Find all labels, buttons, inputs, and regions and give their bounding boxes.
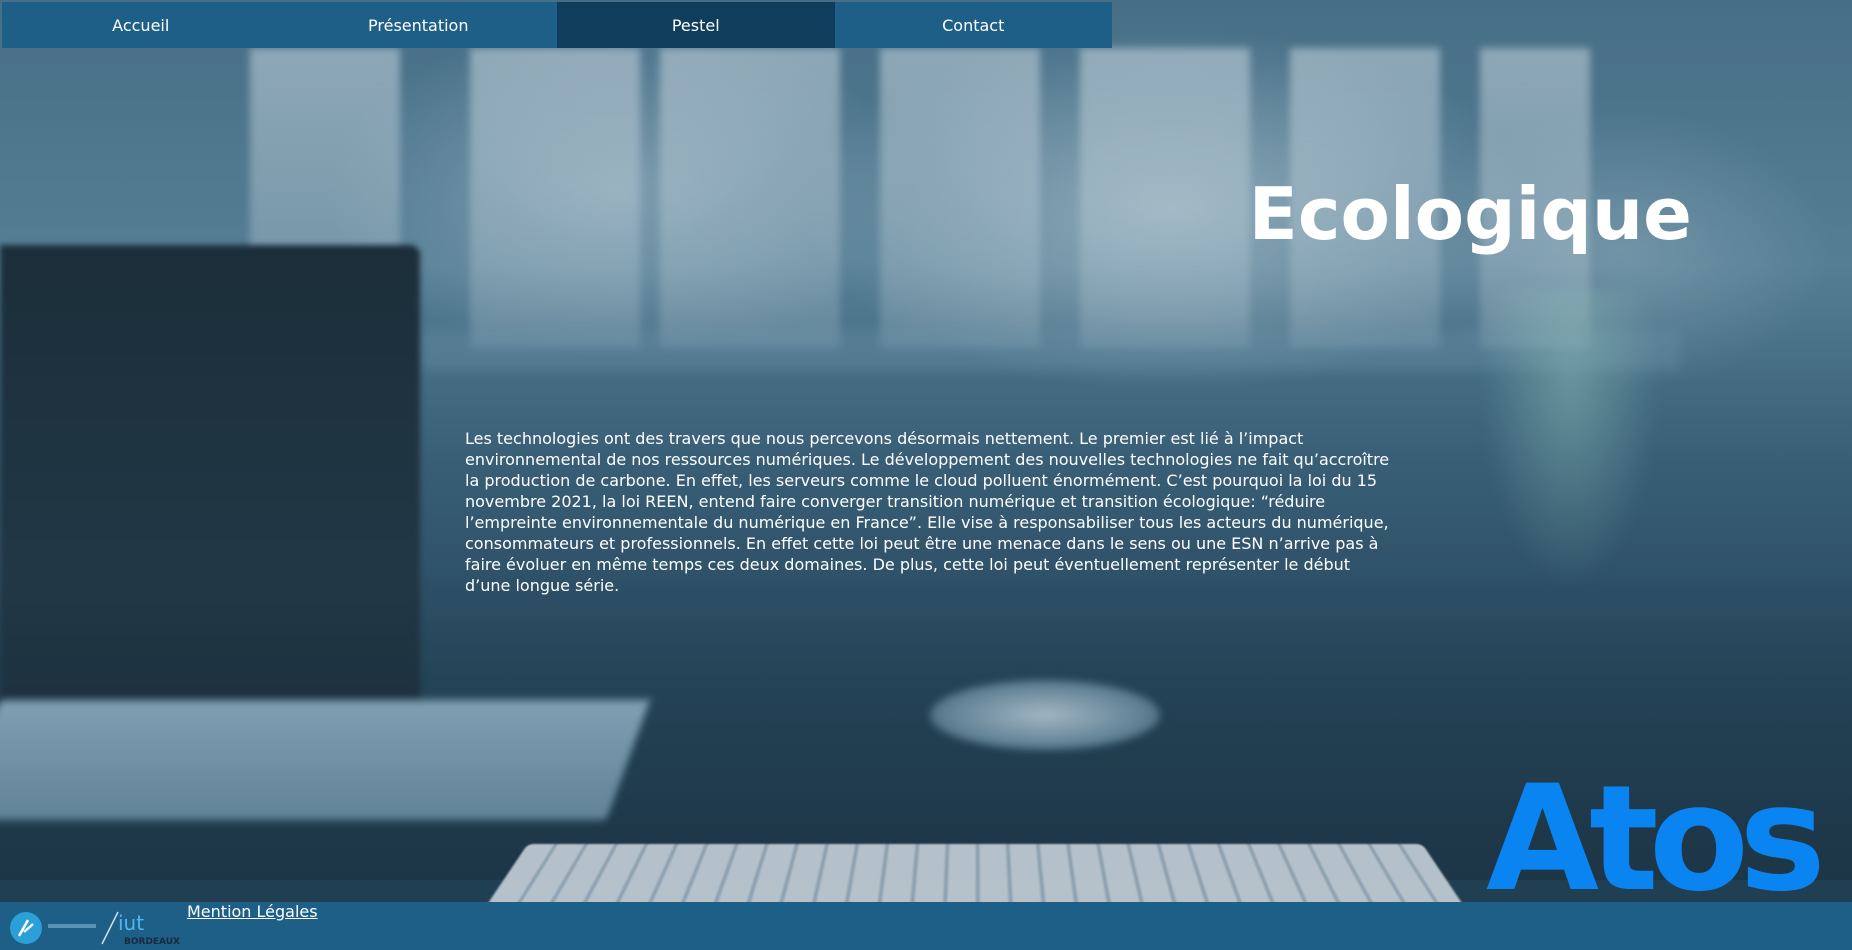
page-title: Ecologique (1248, 172, 1692, 256)
atos-logo-text: Atos (1486, 765, 1819, 905)
page: Accueil Présentation Pestel Contact Ecol… (0, 0, 1852, 950)
iut-logo-subtext: BORDEAUX (124, 937, 180, 947)
university-emblem-icon (10, 912, 42, 944)
iut-bordeaux-logo: iut BORDEAUX (10, 911, 180, 947)
nav-item-accueil[interactable]: Accueil (2, 2, 280, 48)
legal-mentions-link[interactable]: Mention Légales (187, 902, 318, 921)
nav-item-pestel[interactable]: Pestel (557, 2, 835, 48)
nav-item-contact[interactable]: Contact (835, 2, 1113, 48)
nav-item-presentation[interactable]: Présentation (280, 2, 558, 48)
content-paragraph: Les technologies ont des travers que nou… (465, 429, 1390, 595)
top-nav: Accueil Présentation Pestel Contact (2, 2, 1112, 48)
atos-logo: Atos (1486, 765, 1829, 905)
iut-logo-text: iut (118, 911, 144, 935)
